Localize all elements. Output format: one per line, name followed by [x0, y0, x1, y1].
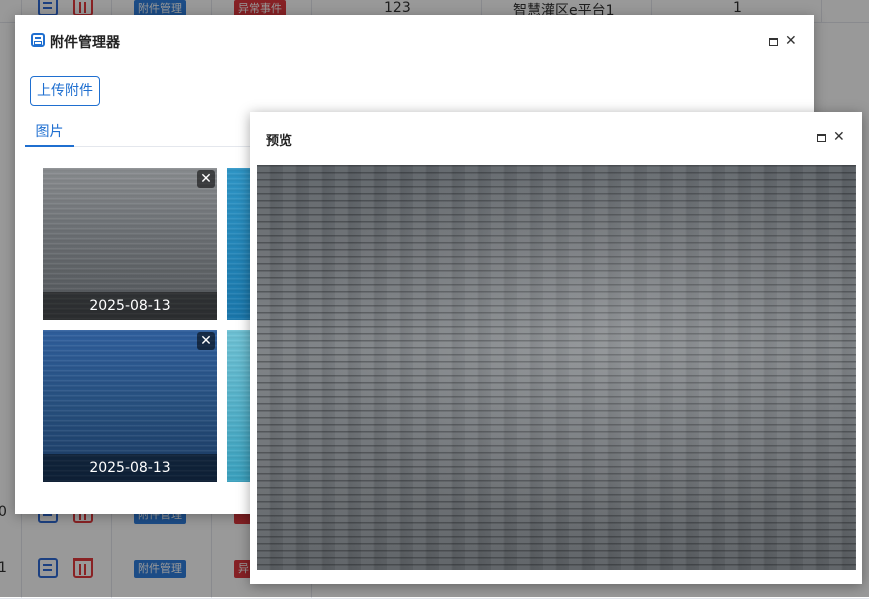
preview-title: 预览	[266, 134, 293, 149]
maximize-icon[interactable]	[817, 134, 826, 142]
image-thumbnail[interactable]: ✕ 2025-08-13	[43, 330, 217, 482]
close-icon[interactable]: ✕	[785, 34, 797, 48]
save-icon	[31, 33, 45, 47]
maximize-icon[interactable]	[769, 38, 778, 46]
remove-image-icon[interactable]: ✕	[197, 170, 215, 188]
close-icon[interactable]: ✕	[833, 130, 845, 144]
remove-image-icon[interactable]: ✕	[197, 332, 215, 350]
preview-image	[257, 165, 856, 570]
thumbnail-date: 2025-08-13	[43, 454, 217, 482]
tab-images[interactable]: 图片	[25, 121, 74, 147]
upload-attachment-button[interactable]: 上传附件	[30, 76, 100, 106]
image-thumbnail[interactable]: ✕ 2025-08-13	[43, 168, 217, 320]
dialog-title-bar: 附件管理器 ✕	[15, 15, 814, 67]
thumbnail-date: 2025-08-13	[43, 292, 217, 320]
dialog-title: 附件管理器	[50, 35, 120, 51]
preview-dialog: 预览 ✕	[250, 112, 862, 584]
